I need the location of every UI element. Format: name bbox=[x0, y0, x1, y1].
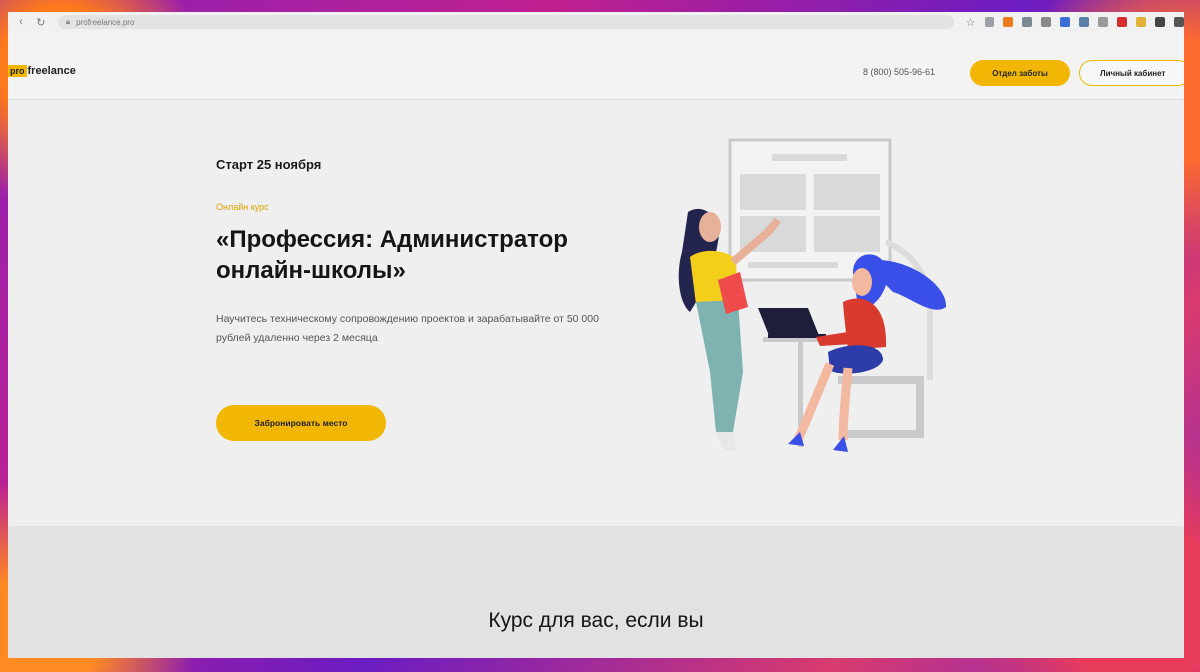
extension-icon[interactable] bbox=[984, 17, 995, 27]
browser-window: ‹ ↻ 🔒︎ profreelance.pro ☆ pro freelance … bbox=[8, 12, 1184, 658]
book-place-button[interactable]: Забронировать место bbox=[216, 405, 386, 441]
address-bar[interactable]: 🔒︎ profreelance.pro bbox=[57, 15, 954, 29]
extension-icon[interactable] bbox=[1041, 17, 1052, 27]
phone-number[interactable]: 8 (800) 505-96-61 bbox=[863, 67, 935, 77]
extension-icon[interactable] bbox=[1098, 17, 1109, 27]
extension-icon[interactable] bbox=[1003, 17, 1014, 27]
personal-cabinet-button[interactable]: Личный кабинет bbox=[1079, 60, 1184, 86]
site-header: pro freelance 8 (800) 505-96-61 Отдел за… bbox=[8, 32, 1184, 100]
extension-icon[interactable] bbox=[1136, 17, 1147, 27]
logo-text: freelance bbox=[27, 65, 76, 77]
extension-icon[interactable] bbox=[1022, 17, 1033, 27]
extension-icon[interactable] bbox=[1079, 17, 1090, 27]
care-department-button[interactable]: Отдел заботы bbox=[970, 60, 1070, 86]
browser-toolbar: ‹ ↻ 🔒︎ profreelance.pro ☆ bbox=[8, 12, 1184, 33]
extension-icon[interactable] bbox=[1117, 17, 1128, 27]
reload-icon[interactable]: ↻ bbox=[34, 15, 48, 29]
url-text: profreelance.pro bbox=[76, 17, 135, 27]
course-tag: Онлайн курс bbox=[216, 202, 269, 212]
hero-description: Научитесь техническому сопровождению про… bbox=[216, 313, 599, 344]
start-date: Старт 25 ноября bbox=[216, 157, 322, 172]
extension-icon[interactable] bbox=[1155, 17, 1166, 27]
page-title: «Профессия: Администратор онлайн-школы» bbox=[216, 226, 568, 284]
course-for-you-section: Курс для вас, если вы bbox=[8, 526, 1184, 658]
back-icon[interactable]: ‹ bbox=[14, 15, 28, 29]
extension-icon[interactable] bbox=[1060, 17, 1071, 27]
menu-icon[interactable] bbox=[1174, 17, 1184, 27]
logo-prefix: pro bbox=[8, 65, 27, 77]
section-title: Курс для вас, если вы bbox=[488, 609, 704, 632]
hero-illustration bbox=[678, 138, 947, 452]
lock-icon: 🔒︎ bbox=[65, 17, 71, 26]
bookmark-star-icon[interactable]: ☆ bbox=[966, 16, 976, 29]
logo[interactable]: pro freelance bbox=[8, 65, 76, 77]
